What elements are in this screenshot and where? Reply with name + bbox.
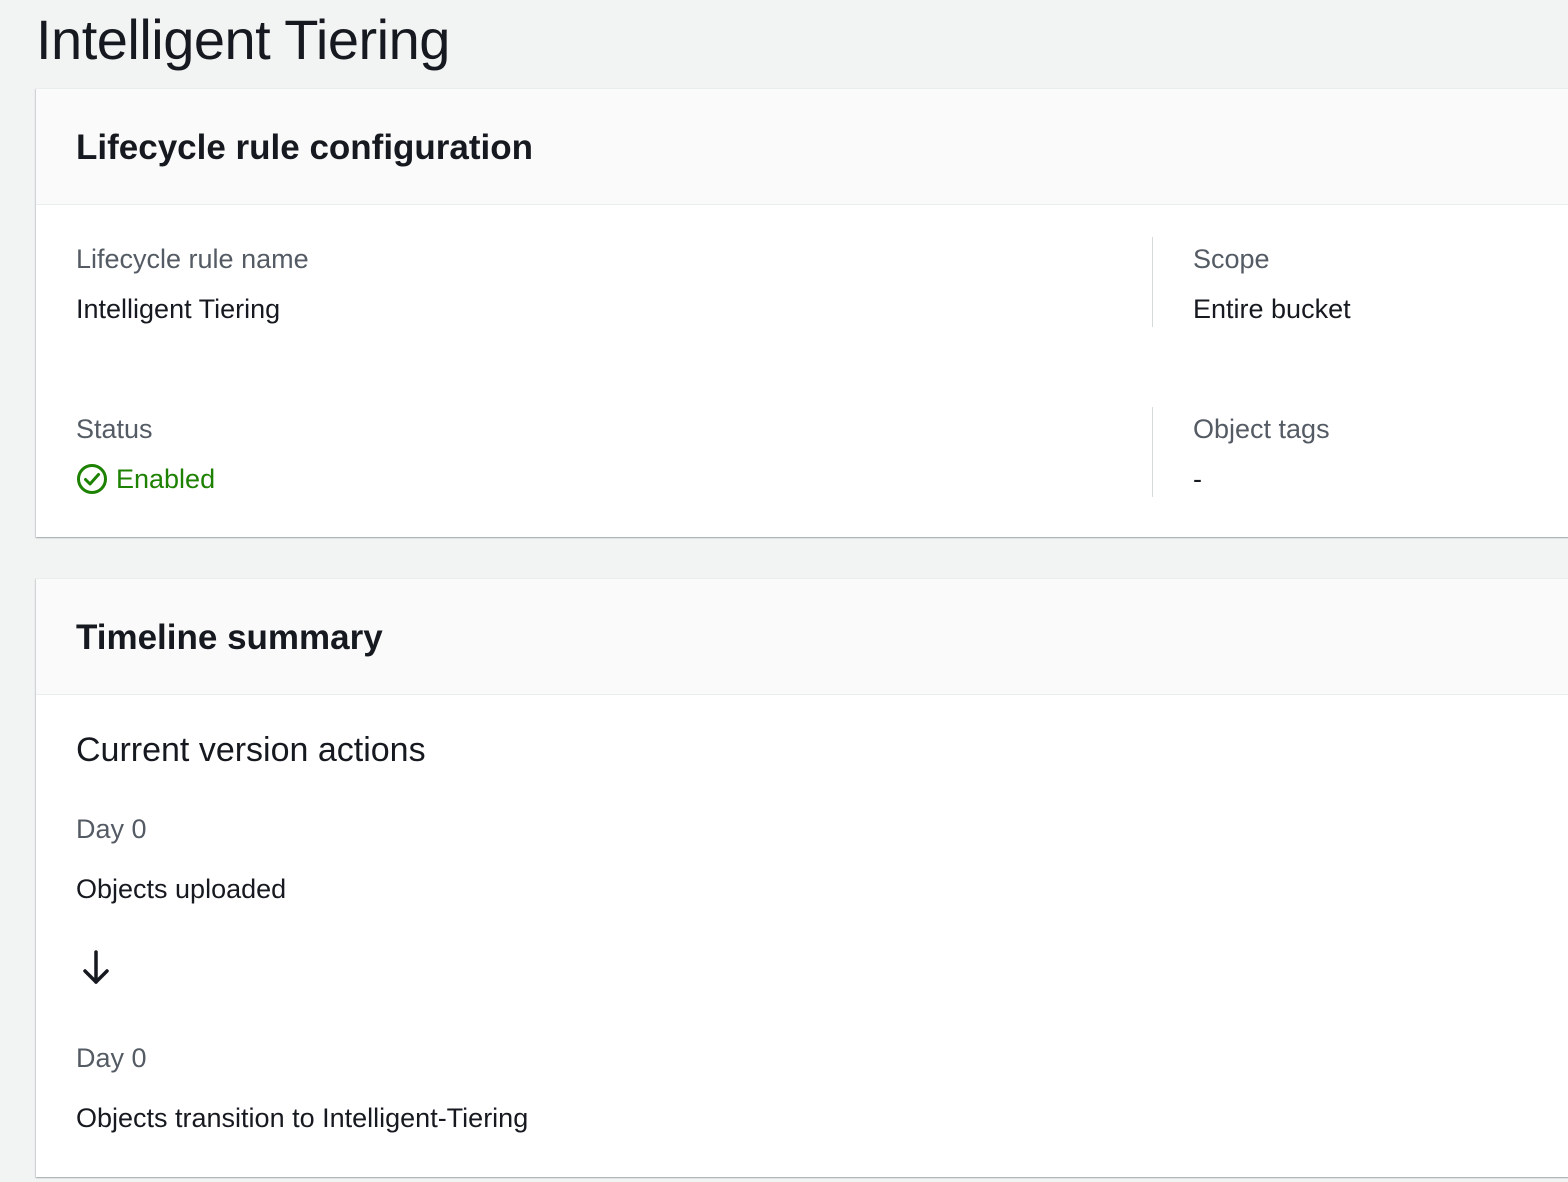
timeline-step-day: Day 0 (76, 1043, 147, 1073)
arrow-down-icon (80, 949, 112, 992)
status-text: Enabled (116, 464, 216, 494)
object-tags-label: Object tags (1193, 414, 1330, 444)
check-circle-icon (76, 463, 108, 495)
timeline-step-day: Day 0 (76, 814, 147, 844)
timeline-summary-panel: Timeline summary Current version actions… (36, 578, 1568, 1177)
panel-header: Timeline summary (36, 579, 1568, 695)
lifecycle-config-panel: Lifecycle rule configuration Lifecycle r… (36, 88, 1568, 537)
column-divider (1152, 407, 1153, 497)
panel-title: Lifecycle rule configuration (76, 128, 534, 167)
column-divider (1152, 237, 1153, 327)
rule-name-label: Lifecycle rule name (76, 244, 309, 274)
rule-name-value: Intelligent Tiering (76, 294, 281, 324)
status-label: Status (76, 414, 153, 444)
panel-header: Lifecycle rule configuration (36, 89, 1568, 205)
status-badge: Enabled (76, 461, 215, 497)
page-title: Intelligent Tiering (36, 8, 450, 71)
section-title: Current version actions (76, 731, 426, 769)
timeline-step-action: Objects transition to Intelligent-Tierin… (76, 1103, 529, 1133)
object-tags-value: - (1193, 464, 1202, 494)
scope-label: Scope (1193, 244, 1270, 274)
panel-title: Timeline summary (76, 618, 383, 657)
timeline-step-action: Objects uploaded (76, 874, 287, 904)
scope-value: Entire bucket (1193, 294, 1351, 324)
